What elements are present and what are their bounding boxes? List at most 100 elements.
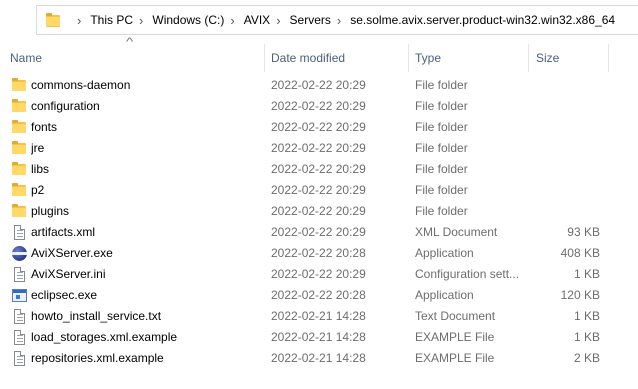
file-type: Application: [415, 246, 474, 260]
file-size: [530, 201, 600, 222]
column-divider[interactable]: [408, 44, 409, 72]
file-date: 2022-02-22 20:29: [271, 204, 366, 218]
file-size: 93 KB: [567, 225, 600, 239]
document-icon: [12, 351, 26, 366]
address-bar: › This PC › Windows (C:) › AVIX › Server…: [0, 0, 638, 40]
file-date: 2022-02-22 20:29: [271, 162, 366, 176]
list-item[interactable]: AviXServer.ini 2022-02-22 20:29 Configur…: [0, 264, 638, 285]
breadcrumb-this-pc[interactable]: This PC: [90, 13, 133, 27]
file-size: [530, 159, 600, 180]
file-name: load_storages.xml.example: [31, 330, 178, 344]
file-size: 408 KB: [560, 246, 600, 260]
list-item[interactable]: repositories.xml.example 2022-02-21 14:2…: [0, 348, 638, 369]
file-date: 2022-02-22 20:29: [271, 267, 366, 281]
list-item[interactable]: load_storages.xml.example 2022-02-21 14:…: [0, 327, 638, 348]
file-date: 2022-02-21 14:28: [271, 309, 366, 323]
list-item[interactable]: AviXServer.exe 2022-02-22 20:28 Applicat…: [0, 243, 638, 264]
document-icon: [12, 330, 26, 345]
breadcrumb-current-folder[interactable]: se.solme.avix.server.product-win32.win32…: [350, 13, 615, 27]
column-divider[interactable]: [528, 44, 529, 72]
address-box[interactable]: › This PC › Windows (C:) › AVIX › Server…: [36, 5, 638, 35]
file-type: Text Document: [415, 309, 496, 323]
file-type: File folder: [415, 204, 468, 218]
file-name: howto_install_service.txt: [31, 309, 162, 323]
chevron-right-icon[interactable]: ›: [337, 13, 341, 28]
file-size: 1 KB: [573, 267, 600, 281]
file-name: fonts: [31, 120, 58, 134]
file-type: File folder: [415, 162, 468, 176]
file-type: XML Document: [415, 225, 498, 239]
file-name: AviXServer.ini: [31, 267, 106, 281]
eclipse-app-icon: [12, 246, 27, 261]
chevron-right-icon[interactable]: ›: [230, 13, 234, 28]
file-size: [530, 117, 600, 138]
file-date: 2022-02-22 20:29: [271, 183, 366, 197]
file-date: 2022-02-22 20:29: [271, 99, 366, 113]
column-header-type[interactable]: Type: [415, 44, 441, 72]
file-name: commons-daemon: [31, 78, 131, 92]
list-item[interactable]: plugins 2022-02-22 20:29 File folder: [0, 201, 638, 222]
file-name: p2: [31, 183, 45, 197]
folder-icon: [12, 99, 26, 114]
chevron-right-icon[interactable]: ›: [77, 13, 81, 28]
file-size: 120 KB: [560, 288, 600, 302]
document-icon: [12, 225, 26, 240]
console-app-icon: [12, 288, 27, 303]
file-name: libs: [31, 162, 50, 176]
folder-icon: [12, 120, 26, 135]
column-header-name[interactable]: Name: [10, 44, 42, 72]
file-type: File folder: [415, 78, 468, 92]
file-list: commons-daemon 2022-02-22 20:29 File fol…: [0, 75, 638, 369]
list-item[interactable]: commons-daemon 2022-02-22 20:29 File fol…: [0, 75, 638, 96]
file-type: File folder: [415, 141, 468, 155]
file-name: configuration: [31, 99, 100, 113]
file-size: [530, 96, 600, 117]
folder-icon: [12, 204, 26, 219]
folder-icon: [12, 141, 26, 156]
list-item[interactable]: jre 2022-02-22 20:29 File folder: [0, 138, 638, 159]
file-type: File folder: [415, 120, 468, 134]
column-header-size[interactable]: Size: [536, 44, 559, 72]
breadcrumb-windows-c[interactable]: Windows (C:): [152, 13, 224, 27]
breadcrumb-servers[interactable]: Servers: [290, 13, 331, 27]
document-icon: [12, 309, 26, 324]
list-item[interactable]: libs 2022-02-22 20:29 File folder: [0, 159, 638, 180]
file-name: eclipsec.exe: [31, 288, 98, 302]
list-item[interactable]: configuration 2022-02-22 20:29 File fold…: [0, 96, 638, 117]
file-type: File folder: [415, 183, 468, 197]
folder-icon: [12, 162, 26, 177]
file-type: Configuration sett...: [415, 267, 520, 281]
list-item[interactable]: artifacts.xml 2022-02-22 20:29 XML Docum…: [0, 222, 638, 243]
column-divider[interactable]: [264, 44, 265, 72]
column-header-row: Name Date modified Type Size: [0, 44, 638, 72]
list-item[interactable]: fonts 2022-02-22 20:29 File folder: [0, 117, 638, 138]
file-date: 2022-02-21 14:28: [271, 351, 366, 365]
folder-icon: [12, 78, 26, 93]
folder-icon: [45, 12, 61, 28]
file-date: 2022-02-22 20:28: [271, 246, 366, 260]
file-type: Application: [415, 288, 474, 302]
file-name: repositories.xml.example: [31, 351, 164, 365]
column-header-date-modified[interactable]: Date modified: [271, 44, 345, 72]
file-name: jre: [31, 141, 45, 155]
file-size: 1 KB: [573, 309, 600, 323]
list-item[interactable]: p2 2022-02-22 20:29 File folder: [0, 180, 638, 201]
chevron-right-icon[interactable]: ›: [139, 13, 143, 28]
file-name: plugins: [31, 204, 70, 218]
column-divider[interactable]: [608, 44, 609, 72]
file-size: [530, 138, 600, 159]
file-type: EXAMPLE File: [415, 351, 495, 365]
file-date: 2022-02-22 20:28: [271, 288, 366, 302]
file-name: AviXServer.exe: [31, 246, 113, 260]
document-icon: [12, 267, 26, 282]
breadcrumb-avix[interactable]: AVIX: [244, 13, 270, 27]
file-type: EXAMPLE File: [415, 330, 495, 344]
list-item[interactable]: eclipsec.exe 2022-02-22 20:28 Applicatio…: [0, 285, 638, 306]
list-item[interactable]: howto_install_service.txt 2022-02-21 14:…: [0, 306, 638, 327]
chevron-right-icon[interactable]: ›: [276, 13, 280, 28]
file-date: 2022-02-22 20:29: [271, 120, 366, 134]
file-date: 2022-02-22 20:29: [271, 225, 366, 239]
folder-icon: [12, 183, 26, 198]
file-name: artifacts.xml: [31, 225, 96, 239]
file-date: 2022-02-22 20:29: [271, 141, 366, 155]
